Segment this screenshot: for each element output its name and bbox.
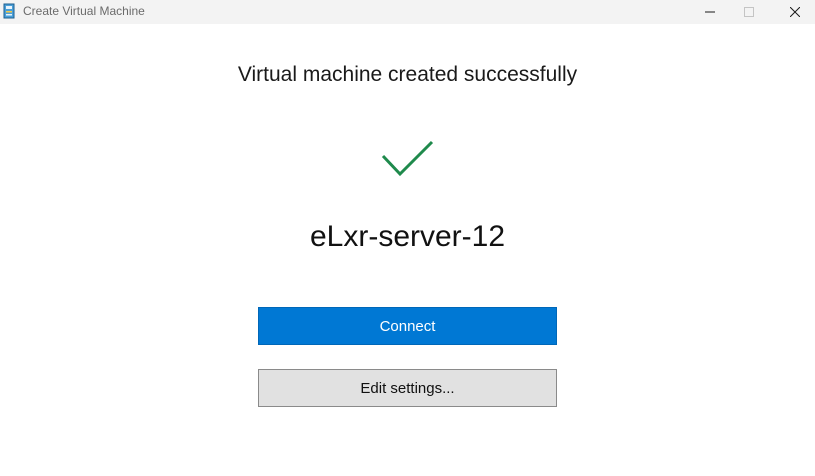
window-title: Create Virtual Machine [23, 4, 145, 18]
maximize-button [729, 0, 769, 24]
edit-settings-button[interactable]: Edit settings... [258, 369, 557, 407]
close-icon [790, 7, 800, 17]
maximize-icon [744, 7, 754, 17]
title-bar[interactable]: Create Virtual Machine [0, 0, 815, 24]
success-heading: Virtual machine created successfully [237, 63, 578, 86]
connect-button[interactable]: Connect [258, 307, 557, 345]
minimize-button[interactable] [690, 0, 730, 24]
minimize-icon [705, 11, 715, 13]
vm-name: eLxr-server-12 [309, 220, 506, 253]
checkmark-icon [381, 140, 434, 177]
connect-button-label: Connect [379, 317, 436, 335]
create-vm-window: Create Virtual Machine Virtual machine c… [0, 0, 815, 476]
virtual-machine-icon [3, 3, 15, 19]
edit-settings-button-label: Edit settings... [360, 379, 455, 397]
close-button[interactable] [775, 0, 815, 24]
